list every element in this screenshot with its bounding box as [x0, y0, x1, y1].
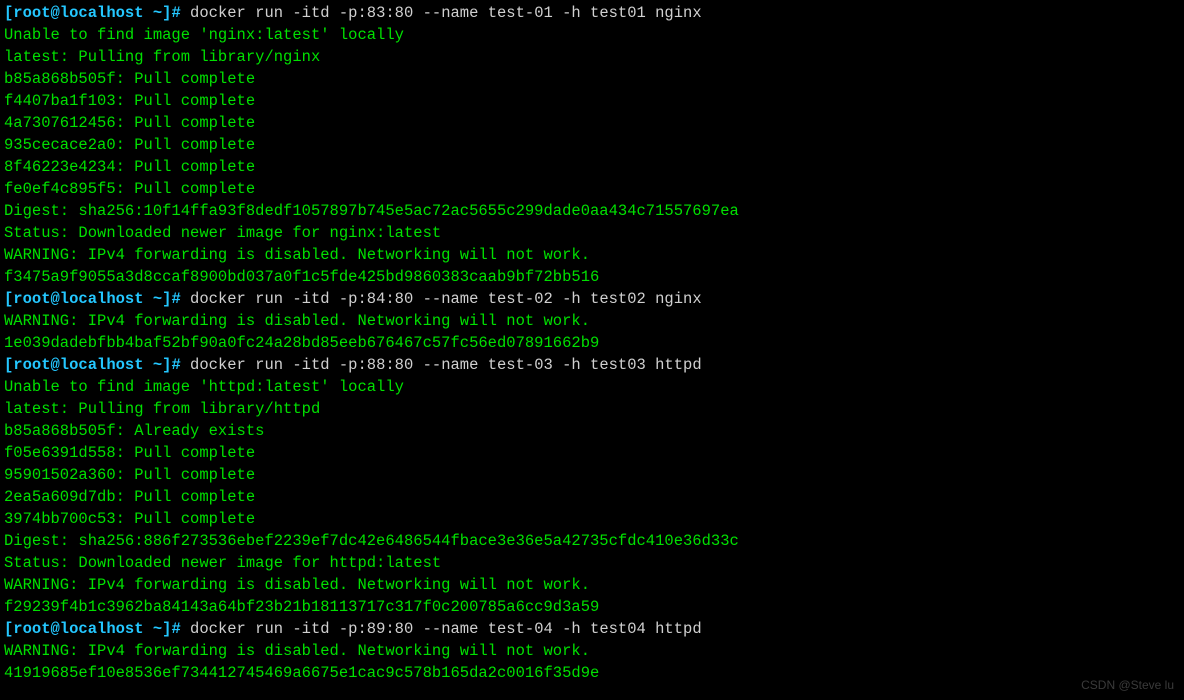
command-line: [root@localhost ~]# docker run -itd -p:8… — [4, 354, 1180, 376]
output-line: WARNING: IPv4 forwarding is disabled. Ne… — [4, 574, 1180, 596]
prompt: [root@localhost — [4, 620, 153, 638]
output-line: f4407ba1f103: Pull complete — [4, 90, 1180, 112]
command-text: docker run -itd -p:88:80 --name test-03 … — [190, 356, 702, 374]
output-line: WARNING: IPv4 forwarding is disabled. Ne… — [4, 310, 1180, 332]
command-text: docker run -itd -p:83:80 --name test-01 … — [190, 4, 702, 22]
output-line: b85a868b505f: Pull complete — [4, 68, 1180, 90]
output-line: Status: Downloaded newer image for nginx… — [4, 222, 1180, 244]
output-line: 95901502a360: Pull complete — [4, 464, 1180, 486]
output-line: 1e039dadebfbb4baf52bf90a0fc24a28bd85eeb6… — [4, 332, 1180, 354]
output-line: 3974bb700c53: Pull complete — [4, 508, 1180, 530]
prompt: [root@localhost — [4, 4, 153, 22]
output-line: f05e6391d558: Pull complete — [4, 442, 1180, 464]
command-line: [root@localhost ~]# docker run -itd -p:8… — [4, 2, 1180, 24]
output-line: f29239f4b1c3962ba84143a64bf23b21b1811371… — [4, 596, 1180, 618]
prompt: [root@localhost — [4, 290, 153, 308]
output-line: 8f46223e4234: Pull complete — [4, 156, 1180, 178]
output-line: 2ea5a609d7db: Pull complete — [4, 486, 1180, 508]
output-line: Digest: sha256:886f273536ebef2239ef7dc42… — [4, 530, 1180, 552]
command-text: docker run -itd -p:89:80 --name test-04 … — [190, 620, 702, 638]
command-line: [root@localhost ~]# docker run -itd -p:8… — [4, 618, 1180, 640]
output-line: 4a7307612456: Pull complete — [4, 112, 1180, 134]
output-line: 41919685ef10e8536ef734412745469a6675e1ca… — [4, 662, 1180, 684]
prompt-tilde: ~ — [153, 620, 162, 638]
output-line: 935cecace2a0: Pull complete — [4, 134, 1180, 156]
output-line: Status: Downloaded newer image for httpd… — [4, 552, 1180, 574]
output-line: b85a868b505f: Already exists — [4, 420, 1180, 442]
prompt: [root@localhost — [4, 356, 153, 374]
output-line: f3475a9f9055a3d8ccaf8900bd037a0f1c5fde42… — [4, 266, 1180, 288]
prompt-tilde: ~ — [153, 290, 162, 308]
output-line: WARNING: IPv4 forwarding is disabled. Ne… — [4, 640, 1180, 662]
output-line: Unable to find image 'httpd:latest' loca… — [4, 376, 1180, 398]
output-line: latest: Pulling from library/httpd — [4, 398, 1180, 420]
command-text: docker run -itd -p:84:80 --name test-02 … — [190, 290, 702, 308]
prompt-tilde: ~ — [153, 4, 162, 22]
output-line: WARNING: IPv4 forwarding is disabled. Ne… — [4, 244, 1180, 266]
output-line: Digest: sha256:10f14ffa93f8dedf1057897b7… — [4, 200, 1180, 222]
prompt-tilde: ~ — [153, 356, 162, 374]
command-line: [root@localhost ~]# docker run -itd -p:8… — [4, 288, 1180, 310]
output-line: latest: Pulling from library/nginx — [4, 46, 1180, 68]
output-line: Unable to find image 'nginx:latest' loca… — [4, 24, 1180, 46]
output-line: fe0ef4c895f5: Pull complete — [4, 178, 1180, 200]
terminal-output[interactable]: [root@localhost ~]# docker run -itd -p:8… — [0, 0, 1184, 686]
